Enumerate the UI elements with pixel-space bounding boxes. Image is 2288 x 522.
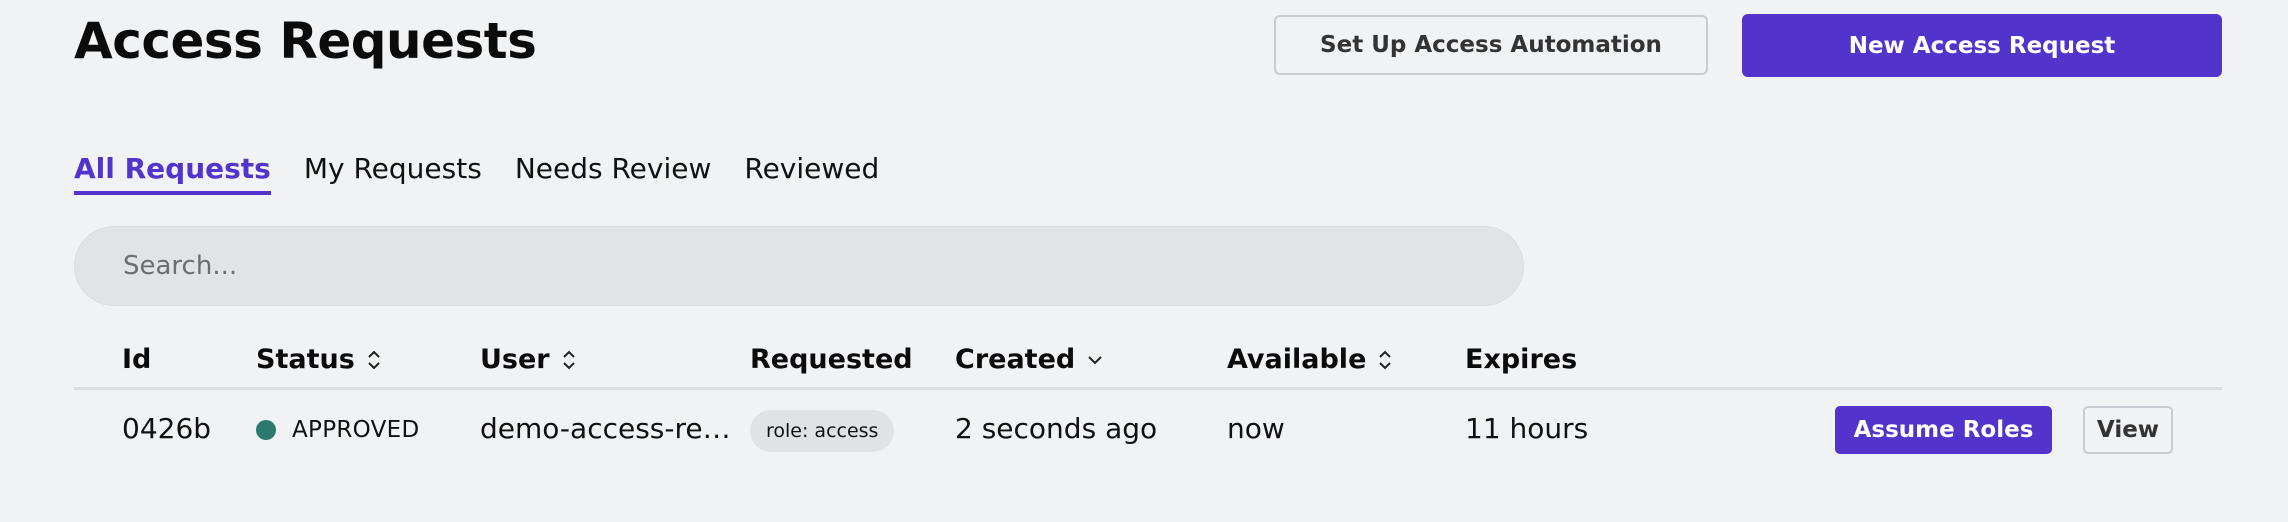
column-header-created[interactable]: Created	[955, 344, 1103, 375]
search-input[interactable]	[74, 226, 1524, 306]
column-header-label: Status	[256, 344, 355, 375]
status-dot-icon	[256, 420, 276, 440]
column-header-user[interactable]: User	[480, 344, 576, 375]
tab-needs-review[interactable]: Needs Review	[515, 152, 712, 195]
request-tabs: All Requests My Requests Needs Review Re…	[74, 152, 879, 195]
request-id: 0426b	[122, 412, 212, 445]
chevron-down-icon	[1088, 355, 1102, 364]
status-text: APPROVED	[292, 417, 420, 443]
column-header-available[interactable]: Available	[1227, 344, 1392, 375]
table-header-divider	[74, 387, 2222, 390]
sort-both-icon	[368, 350, 380, 369]
available-time: now	[1227, 412, 1285, 445]
assume-roles-button[interactable]: Assume Roles	[1835, 406, 2052, 454]
sort-both-icon	[1379, 350, 1392, 369]
column-header-label: User	[480, 344, 550, 375]
column-header-label: Expires	[1465, 344, 1578, 375]
column-header-status[interactable]: Status	[256, 344, 381, 375]
column-header-id[interactable]: Id	[122, 344, 151, 375]
column-header-expires[interactable]: Expires	[1465, 344, 1577, 375]
new-access-request-button[interactable]: New Access Request	[1742, 14, 2222, 77]
tab-all-requests[interactable]: All Requests	[74, 152, 271, 195]
column-header-label: Requested	[750, 344, 913, 375]
expires-time: 11 hours	[1465, 412, 1589, 445]
request-user: demo-access-re…	[480, 412, 731, 445]
column-header-requested[interactable]: Requested	[750, 344, 913, 375]
column-header-label: Available	[1227, 344, 1367, 375]
created-time: 2 seconds ago	[955, 412, 1158, 445]
status-badge: APPROVED	[256, 412, 420, 445]
page-title: Access Requests	[74, 12, 537, 70]
set-up-access-automation-button[interactable]: Set Up Access Automation	[1274, 15, 1708, 75]
view-button[interactable]: View	[2083, 406, 2173, 454]
sort-both-icon	[562, 350, 575, 369]
requested-role-pill: role: access	[750, 410, 895, 452]
column-header-label: Id	[122, 344, 152, 375]
column-header-label: Created	[955, 344, 1076, 375]
tab-my-requests[interactable]: My Requests	[304, 152, 482, 195]
tab-reviewed[interactable]: Reviewed	[744, 152, 879, 195]
